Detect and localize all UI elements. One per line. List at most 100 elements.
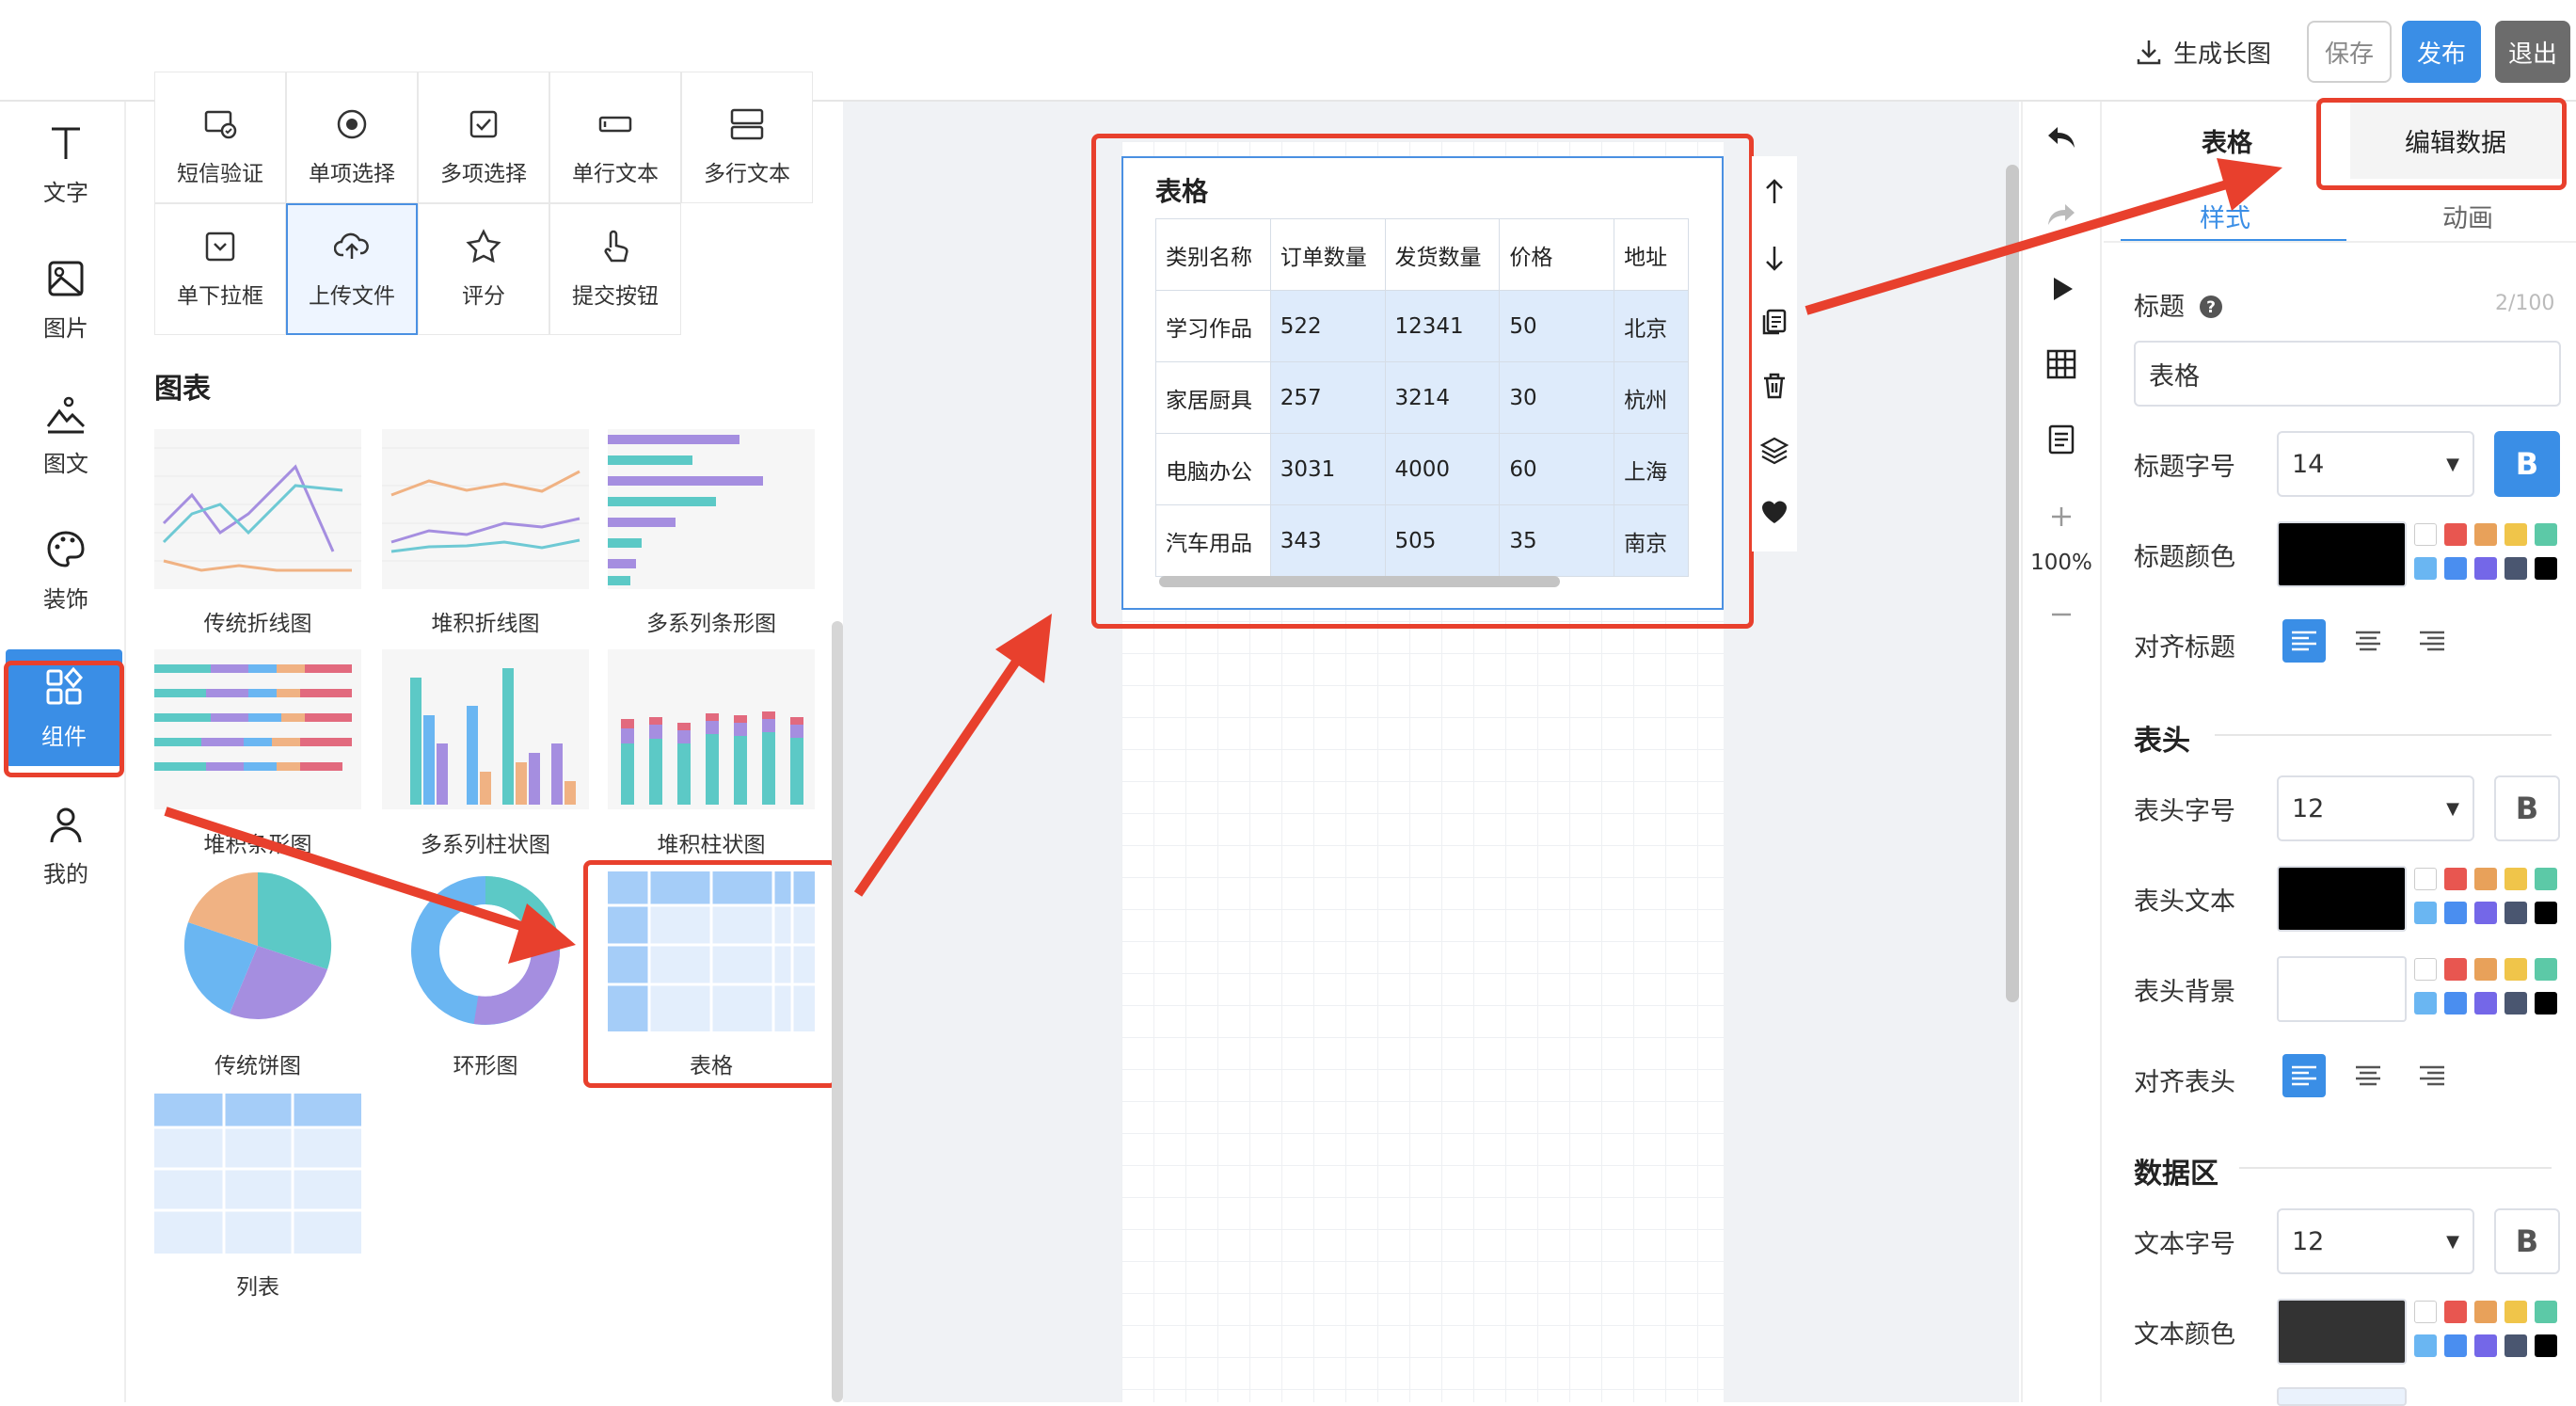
text-size-select[interactable]: 12 ▼: [2277, 1208, 2474, 1274]
thumb-line-chart[interactable]: [154, 429, 361, 589]
align-left-icon[interactable]: [2282, 619, 2326, 663]
move-down-icon[interactable]: [1754, 237, 1795, 279]
component-single-choice[interactable]: 单项选择: [286, 72, 418, 203]
header-bold-toggle[interactable]: B: [2494, 775, 2560, 841]
color-swatch[interactable]: [2414, 868, 2437, 890]
color-swatch[interactable]: [2535, 523, 2557, 546]
color-swatch[interactable]: [2535, 557, 2557, 580]
header-bg-color-picker[interactable]: [2277, 956, 2407, 1022]
color-swatch[interactable]: [2504, 902, 2527, 924]
title-input[interactable]: 表格: [2134, 341, 2561, 407]
play-preview-icon[interactable]: [2038, 265, 2085, 312]
color-swatch[interactable]: [2444, 523, 2467, 546]
thumb-multi-bar-chart[interactable]: [608, 429, 815, 589]
copy-icon[interactable]: [1754, 301, 1795, 343]
component-upload[interactable]: 上传文件: [286, 203, 418, 335]
panel-scrollbar[interactable]: [832, 621, 843, 1402]
title-color-picker[interactable]: [2277, 521, 2407, 587]
color-swatch[interactable]: [2444, 1334, 2467, 1357]
color-swatch[interactable]: [2535, 902, 2557, 924]
align-left-icon[interactable]: [2282, 1054, 2326, 1097]
color-swatch[interactable]: [2474, 557, 2497, 580]
grid-icon[interactable]: [2038, 341, 2085, 388]
component-submit[interactable]: 提交按钮: [549, 203, 681, 335]
nav-item-text[interactable]: 文字: [9, 105, 122, 222]
thumb-pie-chart[interactable]: [154, 866, 361, 1026]
color-swatch[interactable]: [2504, 557, 2527, 580]
layers-icon[interactable]: [1754, 429, 1795, 471]
component-dropdown[interactable]: 单下拉框: [154, 203, 286, 335]
color-swatch[interactable]: [2474, 958, 2497, 981]
color-swatch[interactable]: [2535, 958, 2557, 981]
color-swatch[interactable]: [2474, 1334, 2497, 1357]
color-swatch[interactable]: [2474, 523, 2497, 546]
thumb-donut-chart[interactable]: [382, 866, 589, 1026]
canvas-scrollbar[interactable]: [2006, 165, 2019, 1002]
header-size-select[interactable]: 12 ▼: [2277, 775, 2474, 841]
text-color-picker[interactable]: [2277, 1299, 2407, 1365]
component-multi-choice[interactable]: 多项选择: [418, 72, 549, 203]
nav-item-image-text[interactable]: 图文: [9, 376, 122, 493]
zoom-in-icon[interactable]: [2038, 493, 2085, 540]
tab-animation[interactable]: 动画: [2442, 198, 2493, 234]
color-swatch[interactable]: [2535, 992, 2557, 1015]
exit-button[interactable]: 退出: [2495, 21, 2570, 83]
align-right-icon[interactable]: [2410, 619, 2454, 663]
align-center-icon[interactable]: [2346, 1054, 2390, 1097]
color-swatch[interactable]: [2504, 868, 2527, 890]
component-rating[interactable]: 评分: [418, 203, 549, 335]
thumb-list[interactable]: [154, 1094, 361, 1254]
color-swatch[interactable]: [2414, 992, 2437, 1015]
color-swatch[interactable]: [2474, 1301, 2497, 1323]
color-swatch[interactable]: [2444, 992, 2467, 1015]
color-swatch[interactable]: [2535, 1334, 2557, 1357]
color-swatch[interactable]: [2414, 902, 2437, 924]
color-swatch[interactable]: [2504, 1301, 2527, 1323]
nav-item-decoration[interactable]: 装饰: [9, 512, 122, 629]
header-text-color-picker[interactable]: [2277, 866, 2407, 932]
redo-icon[interactable]: [2038, 192, 2085, 239]
color-swatch[interactable]: [2474, 992, 2497, 1015]
component-multi-line[interactable]: 多行文本: [681, 72, 813, 203]
text-bold-toggle[interactable]: B: [2494, 1208, 2560, 1274]
align-right-icon[interactable]: [2410, 1054, 2454, 1097]
color-swatch[interactable]: [2474, 868, 2497, 890]
move-up-icon[interactable]: [1754, 171, 1795, 213]
color-swatch[interactable]: [2414, 523, 2437, 546]
color-swatch[interactable]: [2444, 868, 2467, 890]
nav-item-image[interactable]: 图片: [9, 241, 122, 358]
color-swatch[interactable]: [2535, 868, 2557, 890]
thumb-stacked-line-chart[interactable]: [382, 429, 589, 589]
thumb-stacked-bar-chart[interactable]: [154, 649, 361, 809]
thumb-multi-column-chart[interactable]: [382, 649, 589, 809]
color-swatch[interactable]: [2414, 1301, 2437, 1323]
favorite-heart-icon[interactable]: [1754, 491, 1795, 533]
component-single-line[interactable]: 单行文本: [549, 72, 681, 203]
color-swatch[interactable]: [2444, 1301, 2467, 1323]
color-swatch[interactable]: [2414, 958, 2437, 981]
page-icon[interactable]: [2038, 416, 2085, 463]
save-button[interactable]: 保存: [2307, 21, 2392, 83]
color-swatch[interactable]: [2535, 1301, 2557, 1323]
color-swatch[interactable]: [2504, 523, 2527, 546]
nav-item-mine[interactable]: 我的: [9, 787, 122, 903]
color-swatch[interactable]: [2444, 958, 2467, 981]
component-sms-verify[interactable]: 短信验证: [154, 72, 286, 203]
title-bold-toggle[interactable]: B: [2494, 431, 2560, 497]
generate-long-image-button[interactable]: 生成长图: [2134, 21, 2284, 83]
color-swatch[interactable]: [2414, 557, 2437, 580]
zoom-out-icon[interactable]: [2038, 591, 2085, 638]
color-swatch[interactable]: [2444, 557, 2467, 580]
color-swatch[interactable]: [2504, 1334, 2527, 1357]
color-swatch[interactable]: [2444, 902, 2467, 924]
next-color-picker[interactable]: [2277, 1387, 2407, 1406]
color-swatch[interactable]: [2504, 992, 2527, 1015]
delete-icon[interactable]: [1754, 365, 1795, 407]
undo-icon[interactable]: [2038, 115, 2085, 162]
thumb-stacked-column-chart[interactable]: [608, 649, 815, 809]
tab-style[interactable]: 样式: [2200, 198, 2250, 234]
color-swatch[interactable]: [2504, 958, 2527, 981]
align-center-icon[interactable]: [2346, 619, 2390, 663]
title-size-select[interactable]: 14 ▼: [2277, 431, 2474, 497]
publish-button[interactable]: 发布: [2402, 21, 2481, 83]
